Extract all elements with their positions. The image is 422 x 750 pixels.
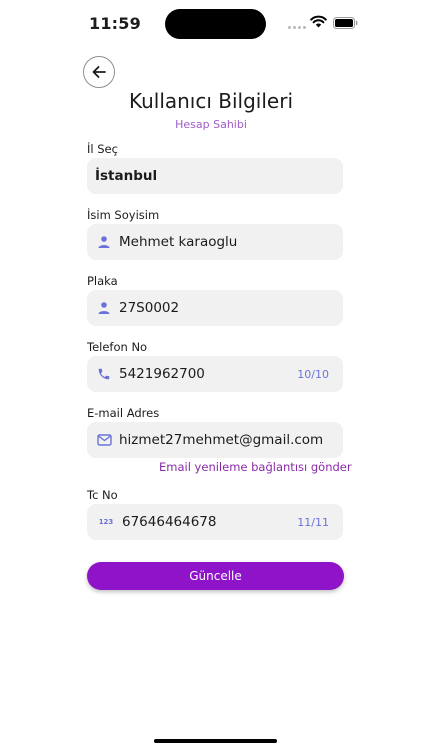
cellular-signal-icon xyxy=(288,26,306,29)
email-value: hizmet27mehmet@gmail.com xyxy=(119,432,324,448)
name-value: Mehmet karaoglu xyxy=(119,234,238,250)
wifi-icon xyxy=(310,15,327,28)
page-subtitle: Hesap Sahibi xyxy=(175,118,247,131)
phone-char-counter: 10/10 xyxy=(297,367,329,381)
numbers-icon: 123 xyxy=(98,518,114,526)
plate-value: 27S0002 xyxy=(119,300,180,316)
city-label: İl Seç xyxy=(87,142,118,156)
phone-field[interactable]: 5421962700 10/10 xyxy=(87,356,343,392)
home-indicator xyxy=(154,739,277,743)
tc-field[interactable]: 123 67646464678 11/11 xyxy=(87,504,343,540)
plate-label: Plaka xyxy=(87,274,118,288)
mail-icon xyxy=(95,431,113,449)
phone-icon xyxy=(95,365,113,383)
tc-label: Tc No xyxy=(87,488,118,502)
dynamic-island xyxy=(165,9,266,39)
email-label: E-mail Adres xyxy=(87,406,160,420)
email-resend-link[interactable]: Email yenileme bağlantısı gönder xyxy=(159,460,352,474)
city-value: İstanbul xyxy=(95,168,158,184)
email-field[interactable]: hizmet27mehmet@gmail.com xyxy=(87,422,343,458)
status-bar: 11:59 xyxy=(0,0,422,48)
update-button[interactable]: Güncelle xyxy=(87,562,344,590)
tc-char-counter: 11/11 xyxy=(297,515,329,529)
battery-icon xyxy=(333,17,358,29)
person-icon xyxy=(95,233,113,251)
phone-label: Telefon No xyxy=(87,340,148,354)
person-icon xyxy=(95,299,113,317)
arrow-left-icon xyxy=(92,66,106,78)
back-button[interactable] xyxy=(83,56,115,88)
page-title: Kullanıcı Bilgileri xyxy=(128,89,294,113)
city-select[interactable]: İstanbul xyxy=(87,158,343,194)
plate-field[interactable]: 27S0002 xyxy=(87,290,343,326)
status-time: 11:59 xyxy=(89,14,141,33)
name-label: İsim Soyisim xyxy=(87,208,160,222)
name-field[interactable]: Mehmet karaoglu xyxy=(87,224,343,260)
phone-value: 5421962700 xyxy=(119,366,205,382)
tc-value: 67646464678 xyxy=(122,514,217,530)
